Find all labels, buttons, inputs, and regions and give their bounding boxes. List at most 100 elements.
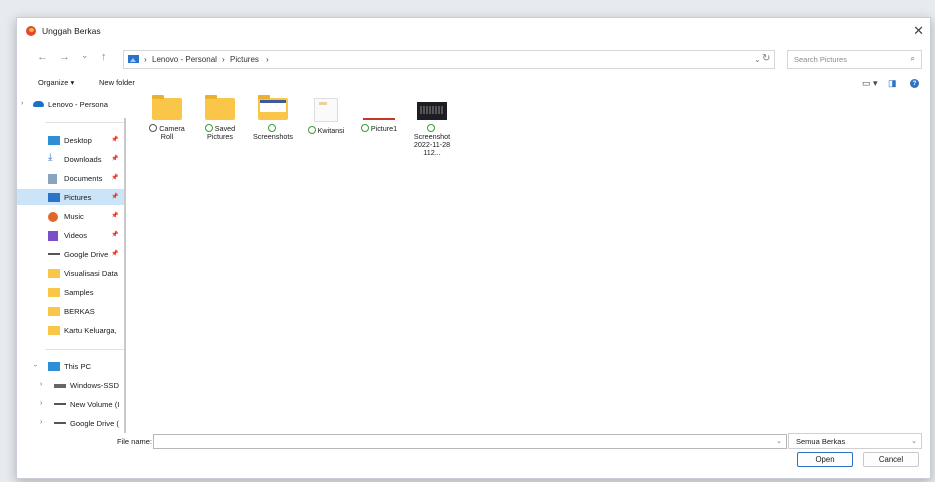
document-thumbnail-icon [314, 98, 338, 122]
drive-icon [54, 384, 66, 388]
expand-chevron-icon[interactable]: › [40, 381, 42, 388]
sidebar-item-label: Google Drive ( [70, 419, 119, 428]
address-bar[interactable]: › Lenovo - Personal › Pictures › ⌄ [123, 50, 775, 69]
breadcrumb-separator: › [222, 55, 225, 64]
search-icon[interactable]: ⌕ [911, 54, 915, 64]
file-name: Camera Roll [159, 124, 185, 141]
file-name-input[interactable] [153, 434, 787, 449]
folder-icon [152, 95, 182, 120]
search-placeholder: Search Pictures [794, 55, 847, 64]
music-icon [48, 212, 58, 222]
navigation-pane: › Lenovo - Personal Desktop 📌 ⤓ Download… [17, 96, 127, 428]
file-open-dialog: Unggah Berkas ✕ ← → ⌄ ↑ › Lenovo - Perso… [16, 17, 931, 479]
cloud-status-icon [149, 124, 158, 132]
refresh-icon[interactable]: ↻ [762, 53, 770, 64]
sidebar-item-folder[interactable]: BERKAS [17, 303, 124, 319]
file-item-screenshots[interactable]: Screenshots [251, 95, 295, 141]
help-icon[interactable]: ? [910, 79, 919, 88]
sidebar-item-folder[interactable]: Samples [17, 284, 124, 300]
breadcrumb-pictures[interactable]: Pictures [230, 55, 259, 64]
sidebar-item-downloads[interactable]: ⤓ Downloads 📌 [17, 151, 124, 167]
search-box[interactable]: Search Pictures ⌕ [787, 50, 922, 69]
file-type-value: Semua Berkas [796, 437, 846, 446]
pin-icon[interactable]: 📌 [111, 231, 118, 238]
drive-icon [54, 422, 66, 424]
file-name: Kwitansi [317, 126, 345, 135]
sidebar-item-drive[interactable]: › Google Drive ( [17, 415, 124, 431]
desktop-icon [48, 136, 60, 145]
sidebar-item-onedrive[interactable]: › Lenovo - Personal [17, 96, 124, 112]
breadcrumb-separator: › [266, 55, 269, 64]
sidebar-item-folder[interactable]: Visualisasi Data [17, 265, 124, 281]
pin-icon[interactable]: 📌 [111, 250, 118, 257]
sidebar-item-folder[interactable]: Kartu Keluarga, [17, 322, 124, 338]
pin-icon[interactable]: 📌 [111, 174, 118, 181]
sidebar-item-label: Windows-SSD [70, 381, 119, 390]
screenshot-thumbnail-icon [417, 102, 447, 120]
file-type-select[interactable]: Semua Berkas ⌄ [788, 433, 922, 449]
sidebar-item-music[interactable]: Music 📌 [17, 208, 124, 224]
sidebar-item-drive[interactable]: › Windows-SSD [17, 377, 124, 393]
forward-arrow-icon[interactable]: → [59, 51, 70, 63]
folder-icon [205, 95, 235, 120]
pin-icon[interactable]: 📌 [111, 155, 118, 162]
drive-icon [54, 403, 66, 405]
expand-chevron-icon[interactable]: › [40, 400, 42, 407]
sidebar-item-pictures[interactable]: Pictures 📌 [17, 189, 124, 205]
synced-status-icon [307, 126, 316, 134]
open-button[interactable]: Open [797, 452, 853, 467]
file-name: Picture1 [370, 124, 398, 133]
divider [45, 122, 125, 123]
close-icon[interactable]: ✕ [913, 23, 924, 39]
sidebar-item-label: Samples [64, 288, 94, 297]
sidebar-item-label: Visualisasi Data [64, 269, 118, 278]
synced-status-icon [268, 124, 276, 132]
folder-icon [48, 326, 60, 335]
synced-status-icon [204, 124, 213, 132]
onedrive-cloud-icon [33, 101, 44, 107]
file-item-kwitansi[interactable]: Kwitansi [304, 98, 348, 135]
sidebar-item-videos[interactable]: Videos 📌 [17, 227, 124, 243]
organize-button[interactable]: Organize ▾ [38, 78, 74, 87]
pin-icon[interactable]: 📌 [111, 136, 118, 143]
drive-icon [48, 253, 60, 255]
sidebar-item-label: New Volume (I [70, 400, 120, 409]
file-item-camera-roll[interactable]: Camera Roll [145, 95, 189, 141]
back-arrow-icon[interactable]: ← [37, 51, 48, 63]
file-item-screenshot[interactable]: Screenshot 2022-11-28 112... [410, 98, 454, 157]
expand-chevron-icon[interactable]: › [21, 100, 23, 107]
recent-locations-icon[interactable]: ⌄ [81, 50, 89, 61]
sidebar-scrollbar[interactable] [124, 118, 126, 433]
sidebar-item-documents[interactable]: Documents 📌 [17, 170, 124, 186]
pin-icon[interactable]: 📌 [111, 212, 118, 219]
collapse-chevron-icon[interactable]: › [32, 364, 39, 366]
image-thumbnail-icon [363, 98, 395, 120]
view-options-icon[interactable]: ▭ ▾ [862, 78, 878, 89]
sidebar-item-google-drive[interactable]: Google Drive 📌 [17, 246, 124, 262]
file-name-dropdown-icon[interactable]: ⌄ [776, 437, 782, 445]
synced-status-icon [427, 124, 435, 132]
file-name-label: File name: [117, 437, 153, 446]
divider [45, 349, 125, 350]
folder-icon [48, 307, 60, 316]
new-folder-button[interactable]: New folder [99, 78, 135, 87]
sidebar-item-label: BERKAS [64, 307, 95, 316]
file-item-picture1[interactable]: Picture1 [357, 98, 401, 133]
file-name: Screenshots [253, 132, 293, 141]
browser-icon [26, 26, 36, 36]
pin-icon[interactable]: 📌 [111, 193, 118, 200]
pictures-location-icon [128, 55, 139, 63]
sidebar-item-label: This PC [64, 362, 92, 371]
up-arrow-icon[interactable]: ↑ [101, 51, 107, 63]
file-item-saved-pictures[interactable]: Saved Pictures [198, 95, 242, 141]
sidebar-item-label: Lenovo - Personal [48, 100, 108, 109]
expand-chevron-icon[interactable]: › [40, 419, 42, 426]
preview-pane-icon[interactable]: ◨ [888, 78, 897, 89]
sidebar-item-drive[interactable]: › New Volume (I [17, 396, 124, 412]
breadcrumb-lenovo-personal[interactable]: Lenovo - Personal [152, 55, 217, 64]
computer-icon [48, 362, 60, 371]
sidebar-item-this-pc[interactable]: › This PC [17, 358, 124, 374]
cancel-button[interactable]: Cancel [863, 452, 919, 467]
address-dropdown-icon[interactable]: ⌄ [754, 55, 761, 64]
sidebar-item-desktop[interactable]: Desktop 📌 [17, 132, 124, 148]
